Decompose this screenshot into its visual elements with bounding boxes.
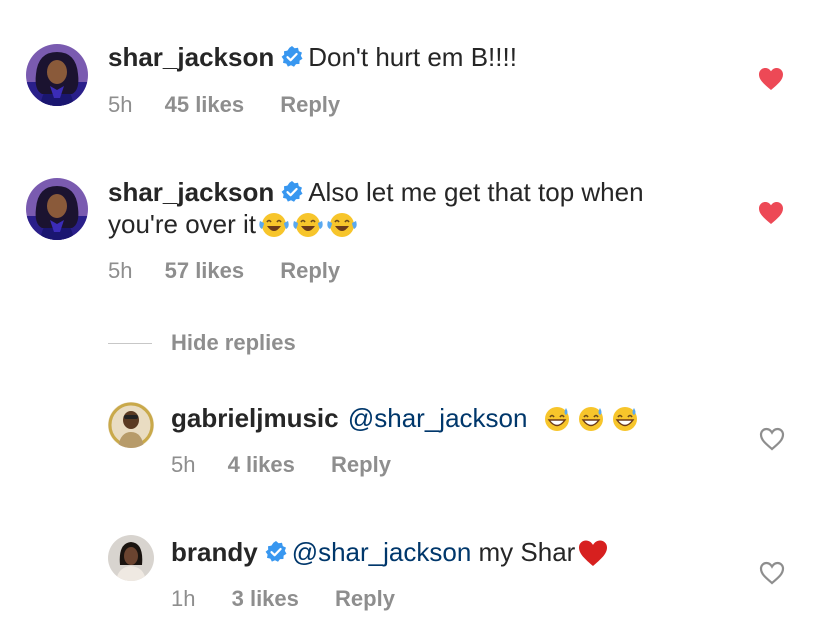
- reply-username[interactable]: brandy: [171, 537, 258, 567]
- grinning-face-with-sweat-icon: [612, 407, 637, 431]
- avatar[interactable]: [26, 44, 88, 106]
- hide-replies-button[interactable]: Hide replies: [171, 330, 296, 356]
- reply-button[interactable]: Reply: [280, 92, 340, 118]
- avatar-photo-icon: [108, 535, 154, 581]
- comment-timestamp: 5h: [108, 92, 133, 117]
- avatar[interactable]: [108, 535, 154, 581]
- grinning-face-with-sweat-icon: [544, 407, 569, 431]
- reply-button[interactable]: Reply: [335, 586, 395, 612]
- likes-count[interactable]: 4 likes: [228, 452, 295, 478]
- reply-text: my Shar: [471, 537, 576, 567]
- likes-count[interactable]: 45 likes: [165, 92, 245, 118]
- verified-badge-icon: [265, 541, 287, 562]
- avatar-photo-icon: [108, 402, 154, 448]
- avatar[interactable]: [108, 402, 154, 448]
- avatar-illustration-icon: [26, 44, 88, 106]
- comment-timestamp: 5h: [108, 258, 133, 283]
- grinning-face-with-sweat-icon: [578, 407, 603, 431]
- heart-outline-icon[interactable]: [759, 427, 785, 451]
- mention-link[interactable]: @shar_jackson: [348, 403, 528, 433]
- reply-button[interactable]: Reply: [331, 452, 391, 478]
- likes-count[interactable]: 57 likes: [165, 258, 245, 284]
- mention-link[interactable]: @shar_jackson: [292, 537, 472, 567]
- reply-button[interactable]: Reply: [280, 258, 340, 284]
- comment-text: Don't hurt em B!!!!: [308, 42, 517, 72]
- reply-username[interactable]: gabrieljmusic: [171, 403, 339, 433]
- avatar[interactable]: [26, 178, 88, 240]
- red-heart-icon: [579, 540, 608, 566]
- face-with-tears-of-joy-icon: [293, 213, 323, 237]
- heart-outline-icon[interactable]: [759, 561, 785, 585]
- face-with-tears-of-joy-icon: [327, 213, 357, 237]
- comment-text: Also let me get that top when: [308, 177, 644, 207]
- reply-timestamp: 1h: [171, 586, 196, 611]
- comment-text: you're over it: [108, 209, 257, 239]
- replies-divider: [108, 343, 152, 344]
- face-with-tears-of-joy-icon: [259, 213, 289, 237]
- avatar-illustration-icon: [26, 178, 88, 240]
- heart-filled-icon[interactable]: [758, 201, 784, 225]
- comment-username[interactable]: shar_jackson: [108, 177, 274, 207]
- reply-timestamp: 5h: [171, 452, 196, 477]
- verified-badge-icon: [281, 46, 303, 67]
- comment-username[interactable]: shar_jackson: [108, 42, 274, 72]
- heart-filled-icon[interactable]: [758, 67, 784, 91]
- verified-badge-icon: [281, 181, 303, 202]
- likes-count[interactable]: 3 likes: [232, 586, 299, 612]
